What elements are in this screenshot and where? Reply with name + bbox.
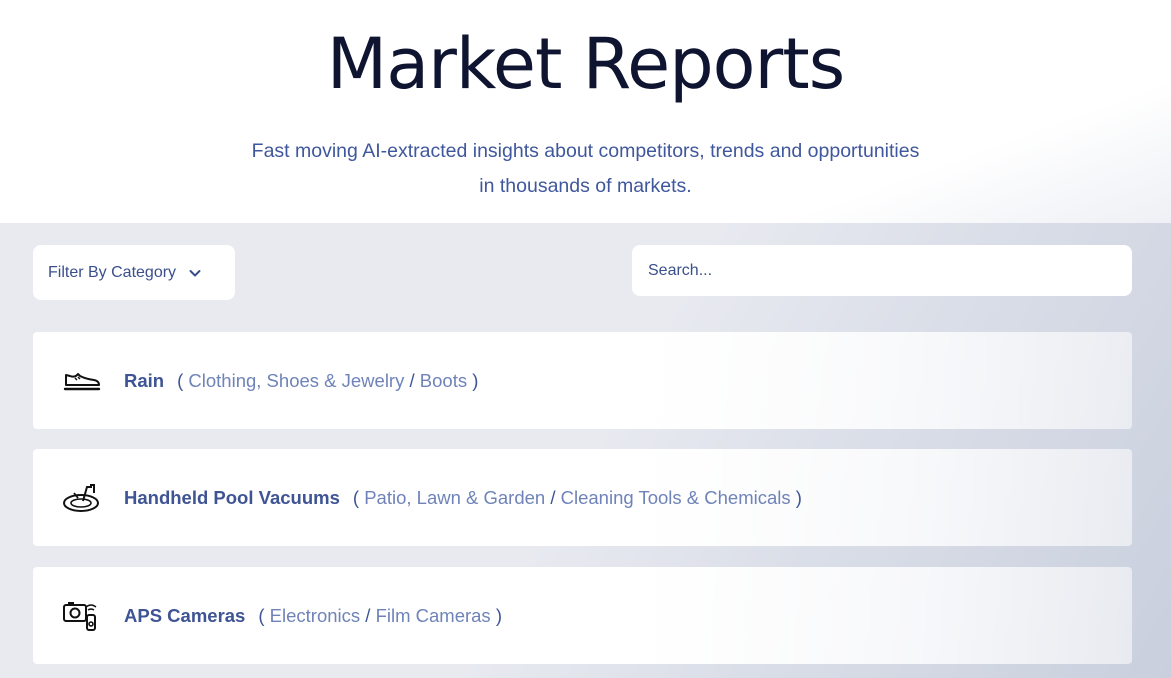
subtitle-line-2: in thousands of markets. bbox=[479, 175, 692, 197]
pool-vacuum-icon bbox=[63, 483, 99, 512]
filter-label: Filter By Category bbox=[48, 263, 177, 281]
report-category-path: ( Patio, Lawn & Garden / Cleaning Tools … bbox=[352, 486, 802, 508]
hero-section: Market Reports Fast moving AI-extracted … bbox=[0, 0, 1171, 223]
report-category: Patio, Lawn & Garden bbox=[364, 486, 546, 508]
report-category: Clothing, Shoes & Jewelry bbox=[188, 369, 405, 391]
report-card-handheld-pool-vacuums[interactable]: Handheld Pool Vacuums ( Patio, Lawn & Ga… bbox=[33, 449, 1132, 546]
report-card-rain[interactable]: Rain ( Clothing, Shoes & Jewelry / Boots… bbox=[33, 332, 1132, 429]
reports-section: Filter By Category Rain ( Clothing, Shoe… bbox=[0, 223, 1171, 678]
page-title: Market Reports bbox=[326, 23, 845, 105]
report-name: Handheld Pool Vacuums bbox=[124, 486, 340, 508]
report-subcategory: Cleaning Tools & Chemicals bbox=[560, 486, 791, 508]
report-subcategory: Film Cameras bbox=[375, 604, 491, 626]
page-subtitle: Fast moving AI-extracted insights about … bbox=[0, 134, 1171, 204]
shoe-icon bbox=[63, 372, 101, 390]
chevron-down-icon bbox=[189, 269, 201, 276]
search-input[interactable] bbox=[632, 245, 1132, 296]
report-category-path: ( Electronics / Film Cameras ) bbox=[258, 604, 502, 626]
report-subcategory: Boots bbox=[419, 369, 468, 391]
report-category-path: ( Clothing, Shoes & Jewelry / Boots ) bbox=[177, 369, 479, 391]
subtitle-line-1: Fast moving AI-extracted insights about … bbox=[251, 140, 920, 162]
report-category: Electronics bbox=[269, 604, 361, 626]
filter-by-category-dropdown[interactable]: Filter By Category bbox=[33, 245, 235, 300]
report-name: APS Cameras bbox=[124, 604, 246, 626]
camera-icon bbox=[63, 601, 97, 631]
report-name: Rain bbox=[124, 369, 165, 391]
report-card-aps-cameras[interactable]: APS Cameras ( Electronics / Film Cameras… bbox=[33, 567, 1132, 664]
